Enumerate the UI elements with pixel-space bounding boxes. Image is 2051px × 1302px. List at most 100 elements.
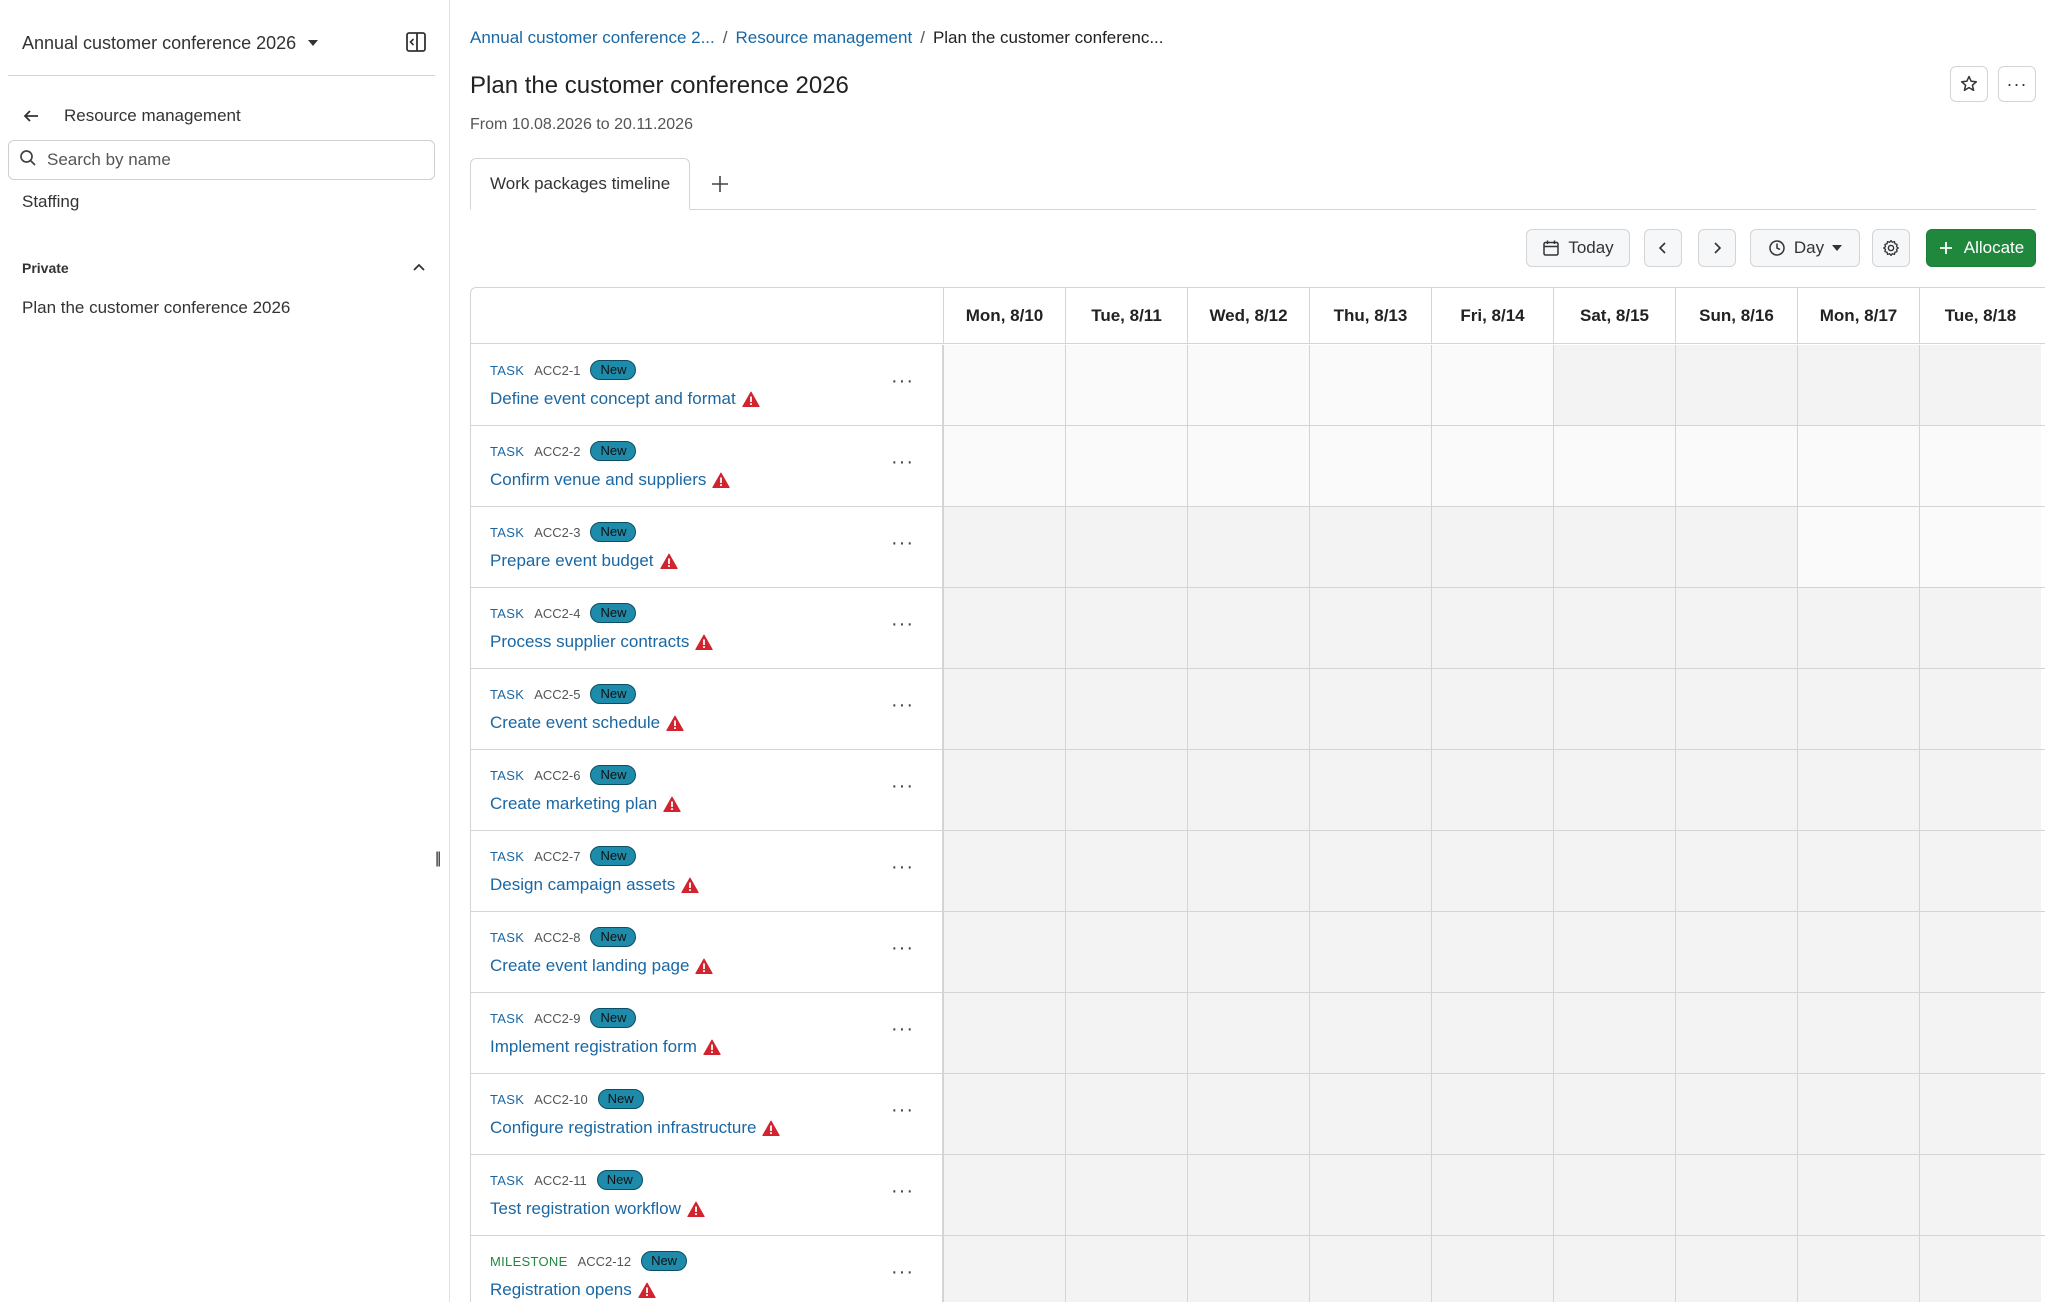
timeline-cell[interactable] xyxy=(1187,1074,1309,1154)
timeline-cell[interactable] xyxy=(1309,426,1431,506)
work-package-id[interactable]: ACC2-3 xyxy=(534,525,580,540)
work-package-title-link[interactable]: Implement registration form xyxy=(490,1037,721,1057)
private-section-header[interactable]: Private xyxy=(22,256,427,280)
timeline-cell[interactable] xyxy=(1553,1155,1675,1235)
timeline-cell[interactable] xyxy=(1431,507,1553,587)
timeline-cell[interactable] xyxy=(1675,1074,1797,1154)
timeline-cell[interactable] xyxy=(1309,831,1431,911)
row-more-options-button[interactable]: ··· xyxy=(891,856,914,879)
timeline-cell[interactable] xyxy=(1797,345,1919,425)
allocate-button[interactable]: Allocate xyxy=(1926,229,2036,267)
more-options-button[interactable]: ··· xyxy=(1998,66,2036,102)
timeline-cell[interactable] xyxy=(1431,912,1553,992)
timeline-cell[interactable] xyxy=(1187,669,1309,749)
work-package-id[interactable]: ACC2-7 xyxy=(534,849,580,864)
work-package-id[interactable]: ACC2-6 xyxy=(534,768,580,783)
timeline-cell[interactable] xyxy=(943,507,1065,587)
timeline-cell[interactable] xyxy=(1919,507,2041,587)
timeline-cell[interactable] xyxy=(1553,750,1675,830)
timeline-cell[interactable] xyxy=(1065,993,1187,1073)
timeline-cell[interactable] xyxy=(1675,993,1797,1073)
row-more-options-button[interactable]: ··· xyxy=(891,370,914,393)
timeline-cell[interactable] xyxy=(1919,912,2041,992)
timeline-cell[interactable] xyxy=(943,1155,1065,1235)
work-package-title-link[interactable]: Test registration workflow xyxy=(490,1199,705,1219)
work-package-id[interactable]: ACC2-12 xyxy=(578,1254,631,1269)
timeline-cell[interactable] xyxy=(1309,993,1431,1073)
timeline-cell[interactable] xyxy=(943,1074,1065,1154)
sidebar-item-plan[interactable]: Plan the customer conference 2026 xyxy=(22,298,290,318)
timeline-cell[interactable] xyxy=(1553,426,1675,506)
timeline-cell[interactable] xyxy=(1797,669,1919,749)
work-package-id[interactable]: ACC2-11 xyxy=(534,1173,587,1188)
work-package-title-link[interactable]: Configure registration infrastructure xyxy=(490,1118,781,1138)
breadcrumb-resource-management[interactable]: Resource management xyxy=(735,28,912,48)
work-package-title-link[interactable]: Registration opens xyxy=(490,1280,656,1300)
timeline-cell[interactable] xyxy=(1065,1236,1187,1302)
work-package-title-link[interactable]: Create event schedule xyxy=(490,713,684,733)
work-package-title-link[interactable]: Process supplier contracts xyxy=(490,632,714,652)
timeline-cell[interactable] xyxy=(1065,1074,1187,1154)
timeline-cell[interactable] xyxy=(1309,1155,1431,1235)
timeline-cell[interactable] xyxy=(1065,426,1187,506)
today-button[interactable]: Today xyxy=(1526,229,1630,267)
timeline-cell[interactable] xyxy=(1675,1155,1797,1235)
timeline-cell[interactable] xyxy=(1675,507,1797,587)
timeline-cell[interactable] xyxy=(1797,1155,1919,1235)
timeline-cell[interactable] xyxy=(943,993,1065,1073)
timeline-cell[interactable] xyxy=(943,345,1065,425)
timeline-cell[interactable] xyxy=(1553,669,1675,749)
timeline-cell[interactable] xyxy=(1797,1236,1919,1302)
work-package-id[interactable]: ACC2-2 xyxy=(534,444,580,459)
row-more-options-button[interactable]: ··· xyxy=(891,613,914,636)
timeline-cell[interactable] xyxy=(1919,1236,2041,1302)
timeline-cell[interactable] xyxy=(1309,345,1431,425)
work-package-title-link[interactable]: Create marketing plan xyxy=(490,794,681,814)
timeline-cell[interactable] xyxy=(1553,507,1675,587)
tab-work-packages-timeline[interactable]: Work packages timeline xyxy=(470,158,691,210)
timeline-cell[interactable] xyxy=(1065,588,1187,668)
timeline-cell[interactable] xyxy=(1919,993,2041,1073)
work-package-title-link[interactable]: Confirm venue and suppliers xyxy=(490,470,731,490)
timeline-cell[interactable] xyxy=(943,426,1065,506)
collapse-sidebar-button[interactable] xyxy=(403,29,429,55)
timeline-cell[interactable] xyxy=(1431,750,1553,830)
row-more-options-button[interactable]: ··· xyxy=(891,1099,914,1122)
timeline-cell[interactable] xyxy=(1797,426,1919,506)
timeline-cell[interactable] xyxy=(1797,831,1919,911)
timeline-cell[interactable] xyxy=(1187,750,1309,830)
work-package-id[interactable]: ACC2-1 xyxy=(534,363,580,378)
timeline-cell[interactable] xyxy=(1187,1155,1309,1235)
row-more-options-button[interactable]: ··· xyxy=(891,1261,914,1284)
timeline-cell[interactable] xyxy=(1431,669,1553,749)
timeline-cell[interactable] xyxy=(1187,507,1309,587)
work-package-title-link[interactable]: Define event concept and format xyxy=(490,389,760,409)
timeline-cell[interactable] xyxy=(1675,426,1797,506)
timeline-cell[interactable] xyxy=(1309,507,1431,587)
timeline-cell[interactable] xyxy=(1187,345,1309,425)
timeline-cell[interactable] xyxy=(1919,750,2041,830)
timeline-cell[interactable] xyxy=(1553,993,1675,1073)
timeline-cell[interactable] xyxy=(1797,912,1919,992)
timeline-cell[interactable] xyxy=(1431,345,1553,425)
timeline-cell[interactable] xyxy=(1309,750,1431,830)
timeline-cell[interactable] xyxy=(1797,588,1919,668)
breadcrumb-project[interactable]: Annual customer conference 2... xyxy=(470,28,715,48)
timeline-cell[interactable] xyxy=(1675,750,1797,830)
timeline-cell[interactable] xyxy=(1675,345,1797,425)
timeline-cell[interactable] xyxy=(1919,831,2041,911)
timeline-cell[interactable] xyxy=(1797,1074,1919,1154)
timeline-cell[interactable] xyxy=(1553,912,1675,992)
timeline-cell[interactable] xyxy=(943,588,1065,668)
sidebar-item-staffing[interactable]: Staffing xyxy=(22,192,79,212)
timeline-cell[interactable] xyxy=(943,669,1065,749)
work-package-title-link[interactable]: Design campaign assets xyxy=(490,875,699,895)
timeline-cell[interactable] xyxy=(1553,345,1675,425)
project-selector[interactable]: Annual customer conference 2026 xyxy=(22,10,319,76)
timeline-cell[interactable] xyxy=(943,750,1065,830)
timeline-cell[interactable] xyxy=(1187,993,1309,1073)
row-more-options-button[interactable]: ··· xyxy=(891,694,914,717)
timeline-cell[interactable] xyxy=(1919,669,2041,749)
timeline-cell[interactable] xyxy=(1065,669,1187,749)
timeline-cell[interactable] xyxy=(1675,912,1797,992)
